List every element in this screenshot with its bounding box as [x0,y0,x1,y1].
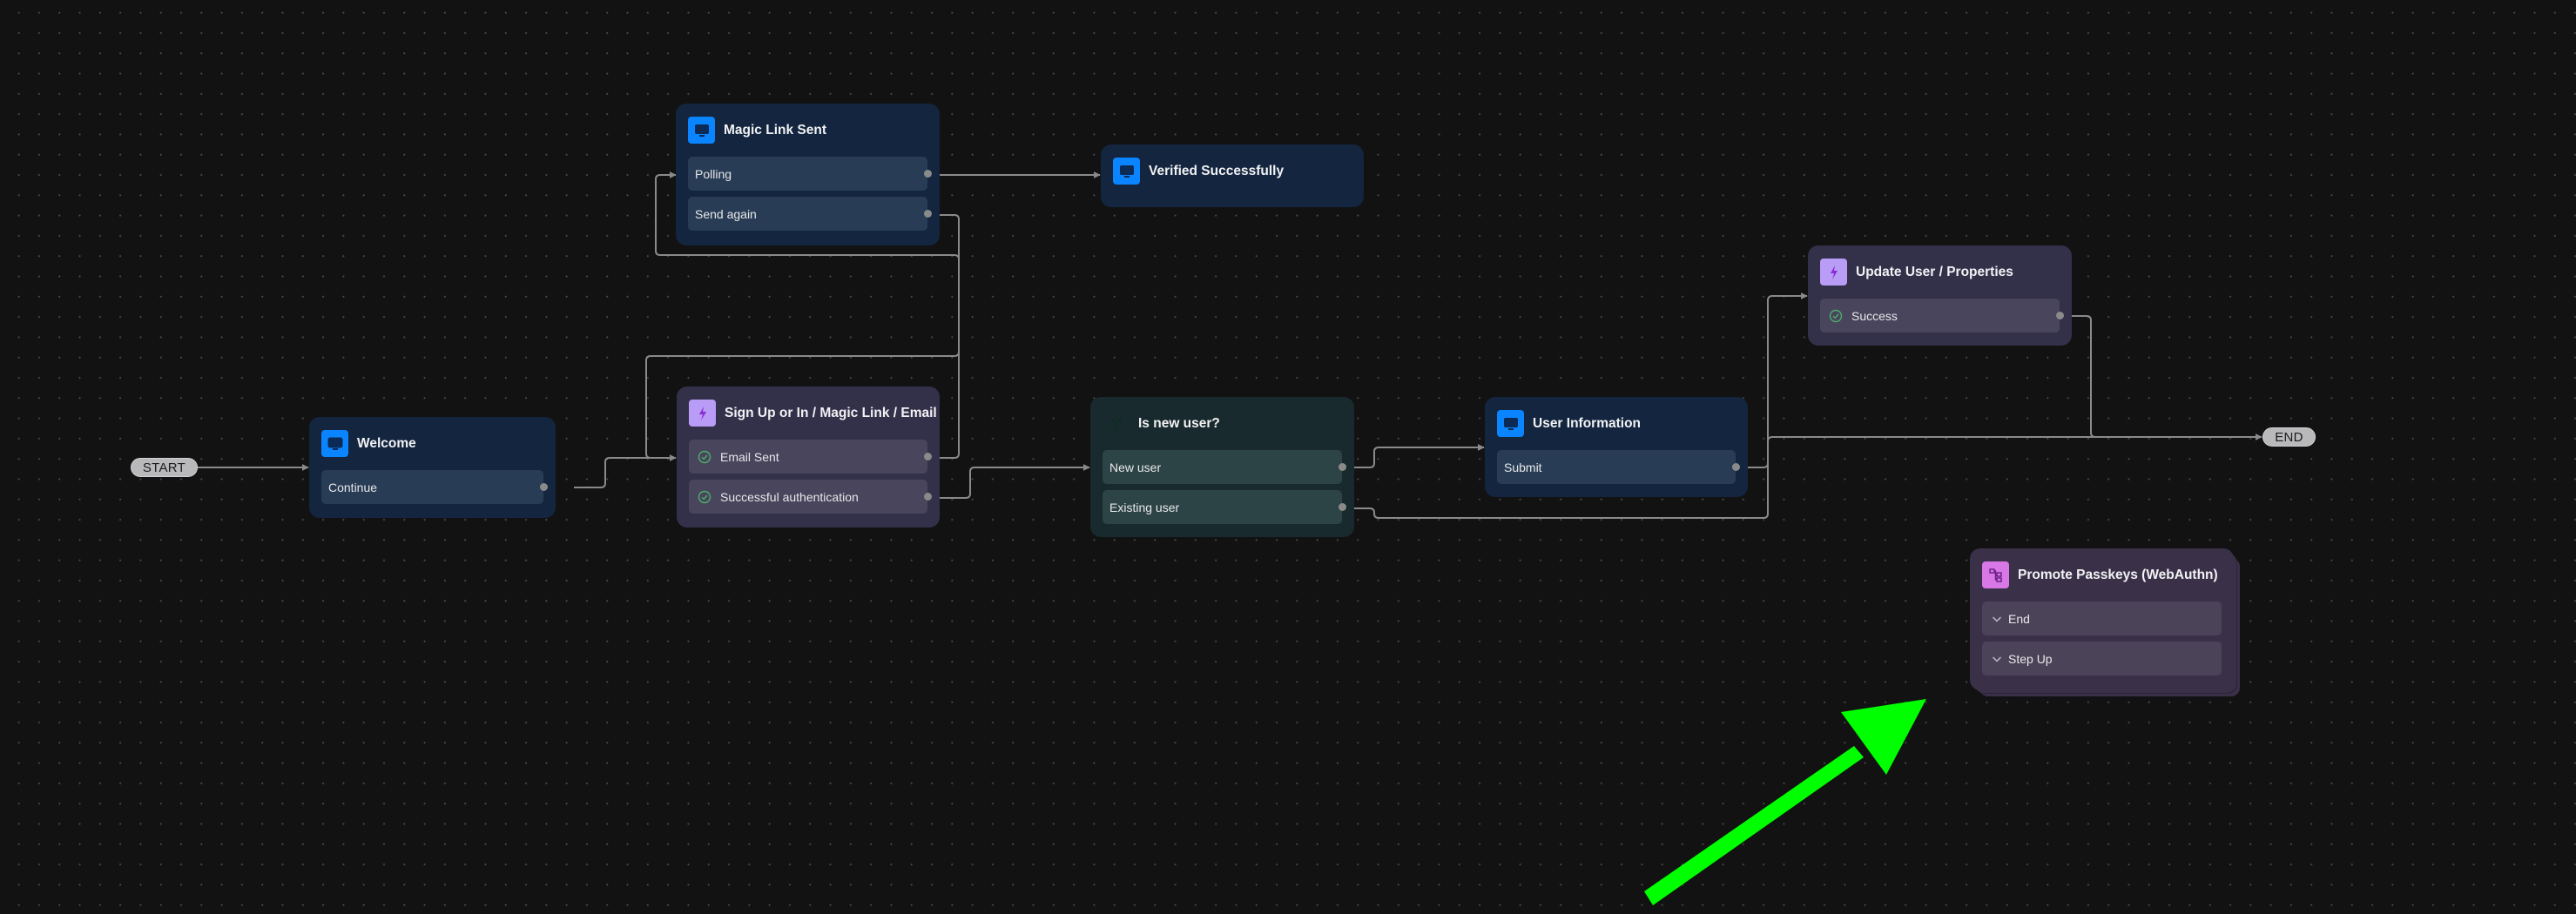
row-label: Send again [695,206,757,221]
row-label: Submit [1504,460,1542,474]
start-terminal[interactable]: START [131,458,198,477]
output-port[interactable] [924,453,932,460]
row-label: New user [1109,460,1162,474]
chevron-down-icon[interactable] [1991,613,2003,625]
node-header: Sign Up or In / Magic Link / Email [689,400,937,427]
edge-signup-auth-isnewuser[interactable] [927,464,1090,499]
node-sign-up-or-in[interactable]: Sign Up or In / Magic Link / Email Email… [677,386,940,528]
node-title: Update User / Properties [1856,264,2013,279]
flow-icon [1982,561,2009,588]
node-header: Magic Link Sent [688,117,927,144]
monitor-icon [1113,158,1140,185]
row-label: Step Up [2008,651,2053,666]
node-welcome[interactable]: Welcome Continue [309,417,556,518]
row-label: Email Sent [720,449,779,464]
end-terminal[interactable]: END [2262,427,2316,447]
output-port[interactable] [924,493,932,501]
row-label: Success [1851,308,1898,323]
output-submit[interactable]: Submit [1497,450,1740,484]
output-end[interactable]: End [1982,601,2222,635]
edge-updateuser-success-end[interactable] [2059,315,2262,438]
output-send-again[interactable]: Send again [688,197,932,231]
node-header: Welcome [321,430,543,457]
node-header: Update User / Properties [1820,259,2060,286]
output-step-up[interactable]: Step Up [1982,642,2222,675]
lightning-icon [689,400,716,427]
check-circle-icon [698,490,711,503]
node-is-new-user[interactable]: Is new user? New user Existing user [1090,397,1354,537]
output-port[interactable] [924,170,932,178]
edge-isnewuser-new-userinfo[interactable] [1343,444,1485,468]
node-title: User Information [1533,415,1642,431]
check-circle-icon [698,450,711,463]
node-magic-link-sent[interactable]: Magic Link Sent Polling Send again [676,104,940,245]
split-icon [1103,410,1130,437]
row-label: Existing user [1109,500,1180,514]
output-continue[interactable]: Continue [321,470,548,504]
node-title: Magic Link Sent [724,122,826,138]
node-title: Sign Up or In / Magic Link / Email [725,405,937,420]
chevron-down-icon[interactable] [1991,653,2003,665]
output-port[interactable] [924,210,932,218]
node-user-information[interactable]: User Information Submit [1485,397,1748,497]
node-header: Verified Successfully [1113,158,1352,185]
node-title: Promote Passkeys (WebAuthn) [2018,567,2218,582]
node-header: User Information [1497,410,1736,437]
row-label: Continue [328,480,378,494]
node-title: Verified Successfully [1149,163,1285,178]
start-label: START [142,460,186,475]
monitor-icon [688,117,715,144]
node-title: Welcome [357,435,416,451]
row-label: Polling [695,166,732,181]
output-success[interactable]: Success [1820,299,2064,333]
node-title: Is new user? [1138,415,1220,431]
monitor-icon [321,430,348,457]
annotation-arrow-head [1841,699,1926,775]
output-port[interactable] [1339,463,1346,471]
output-port[interactable] [2056,312,2064,319]
lightning-icon [1820,259,1847,286]
node-update-user-properties[interactable]: Update User / Properties Success [1808,245,2072,346]
output-new-user[interactable]: New user [1103,450,1346,484]
node-promote-passkeys[interactable]: Promote Passkeys (WebAuthn) End Step Up [1970,548,2234,690]
output-polling[interactable]: Polling [688,157,932,191]
node-header: Is new user? [1103,410,1342,437]
monitor-icon [1497,410,1524,437]
annotation-arrow [1644,699,1926,905]
edge-isnewuser-existing-end[interactable] [1343,433,2262,519]
node-header: Promote Passkeys (WebAuthn) [1982,561,2222,588]
output-existing-user[interactable]: Existing user [1103,490,1346,524]
output-successful-authentication[interactable]: Successful authentication [689,480,932,514]
output-email-sent[interactable]: Email Sent [689,440,932,474]
node-verified-successfully[interactable]: Verified Successfully [1101,144,1364,207]
row-label: Successful authentication [720,489,859,504]
edge-welcome-continue-signup[interactable] [574,454,677,488]
check-circle-icon [1829,309,1843,322]
annotation-arrow-shaft [1644,746,1864,905]
output-port[interactable] [540,483,548,491]
output-port[interactable] [1732,463,1740,471]
row-label: End [2008,611,2030,626]
end-label: END [2275,429,2303,445]
output-port[interactable] [1339,503,1346,511]
